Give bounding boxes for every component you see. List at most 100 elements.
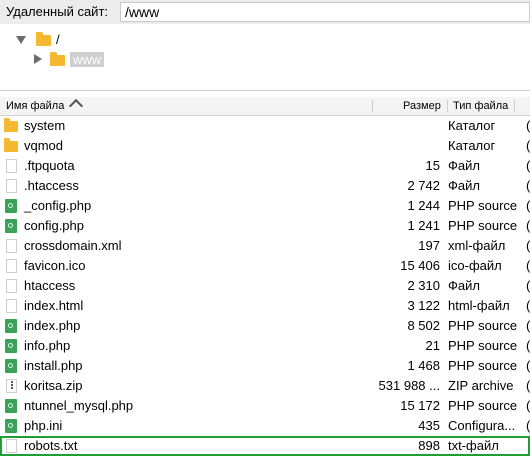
truncated-column-text: ( — [526, 278, 530, 293]
file-row[interactable]: .htaccess 2 742 Файл ( — [0, 176, 530, 196]
file-row[interactable]: robots.txt 898 txt-файл — [0, 436, 530, 456]
php-file-icon — [5, 219, 17, 233]
truncated-column-text: ( — [526, 318, 530, 333]
tree-node-root[interactable]: / — [16, 30, 60, 48]
file-icon — [6, 279, 17, 293]
php-file-icon — [5, 399, 17, 413]
file-name: index.html — [24, 298, 84, 313]
file-name: robots.txt — [24, 438, 78, 453]
file-row[interactable]: crossdomain.xml 197 xml-файл ( — [0, 236, 530, 256]
tree-node-www[interactable]: www — [32, 50, 105, 68]
file-name: system — [24, 118, 66, 133]
file-row[interactable]: index.php 8 502 PHP source ( — [0, 316, 530, 336]
file-name: .ftpquota — [24, 158, 75, 173]
php-file-icon — [5, 419, 17, 433]
file-size: 2 742 — [407, 178, 440, 193]
file-name: koritsa.zip — [24, 378, 83, 393]
column-header-name[interactable]: Имя файла — [6, 97, 84, 115]
file-row[interactable]: system Каталог ( — [0, 116, 530, 136]
chevron-down-icon[interactable] — [16, 33, 28, 45]
directory-tree: / www — [0, 24, 530, 91]
file-row[interactable]: _config.php 1 244 PHP source ( — [0, 196, 530, 216]
truncated-column-text: ( — [526, 178, 530, 193]
file-icon — [6, 179, 17, 193]
php-file-icon — [5, 359, 17, 373]
file-row[interactable]: koritsa.zip 531 988 ... ZIP archive ( — [0, 376, 530, 396]
file-name: config.php — [24, 218, 84, 233]
file-row[interactable]: .ftpquota 15 Файл ( — [0, 156, 530, 176]
column-header-size[interactable]: Размер — [403, 97, 441, 115]
file-type: Файл — [448, 278, 480, 293]
remote-site-bar: Удаленный сайт: /www — [0, 0, 530, 25]
file-row[interactable]: favicon.ico 15 406 ico-файл ( — [0, 256, 530, 276]
file-size: 8 502 — [407, 318, 440, 333]
file-name: htaccess — [24, 278, 76, 293]
file-row[interactable]: index.html 3 122 html-файл ( — [0, 296, 530, 316]
column-divider[interactable] — [447, 100, 448, 112]
file-row[interactable]: vqmod Каталог ( — [0, 136, 530, 156]
column-divider[interactable] — [514, 100, 515, 112]
file-size: 1 241 — [407, 218, 440, 233]
file-icon — [6, 299, 17, 313]
file-type: Каталог — [448, 138, 496, 153]
truncated-column-text: ( — [526, 158, 530, 173]
file-size: 197 — [418, 238, 440, 253]
file-name: vqmod — [24, 138, 64, 153]
php-file-icon — [5, 199, 17, 213]
truncated-column-text: ( — [526, 338, 530, 353]
file-name: info.php — [24, 338, 71, 353]
file-row[interactable]: config.php 1 241 PHP source ( — [0, 216, 530, 236]
truncated-column-text: ( — [526, 358, 530, 373]
file-size: 898 — [418, 438, 440, 453]
file-row[interactable]: htaccess 2 310 Файл ( — [0, 276, 530, 296]
chevron-right-icon[interactable] — [32, 53, 44, 65]
truncated-column-text: ( — [526, 298, 530, 313]
file-row[interactable]: ntunnel_mysql.php 15 172 PHP source ( — [0, 396, 530, 416]
column-name-label: Имя файла — [6, 100, 65, 112]
remote-site-label: Удаленный сайт: — [6, 4, 109, 19]
file-size: 1 468 — [407, 358, 440, 373]
file-size: 15 172 — [400, 398, 440, 413]
column-divider[interactable] — [372, 100, 373, 112]
file-type: xml-файл — [448, 238, 506, 253]
file-icon — [6, 439, 17, 453]
truncated-column-text: ( — [526, 258, 530, 273]
file-name: ntunnel_mysql.php — [24, 398, 134, 413]
remote-path-input[interactable]: /www — [120, 2, 530, 22]
file-type: Файл — [448, 178, 480, 193]
file-type: ZIP archive — [448, 378, 514, 393]
file-type: ico-файл — [448, 258, 502, 273]
truncated-column-text: ( — [526, 138, 530, 153]
truncated-column-text: ( — [526, 418, 530, 433]
truncated-column-text: ( — [526, 198, 530, 213]
file-name: install.php — [24, 358, 83, 373]
file-list: system Каталог ( vqmod Каталог ( .ftpquota 15 Фа… — [0, 116, 530, 456]
truncated-column-text: ( — [526, 378, 530, 393]
sort-ascending-icon — [69, 98, 84, 114]
tree-node-label: www — [70, 51, 105, 67]
file-size: 15 406 — [400, 258, 440, 273]
file-row[interactable]: php.ini 435 Configura... ( — [0, 416, 530, 436]
file-type: PHP source — [448, 218, 518, 233]
file-type: Каталог — [448, 118, 496, 133]
file-type: PHP source — [448, 338, 518, 353]
file-name: crossdomain.xml — [24, 238, 122, 253]
file-type: PHP source — [448, 358, 518, 373]
file-row[interactable]: install.php 1 468 PHP source ( — [0, 356, 530, 376]
file-icon — [6, 159, 17, 173]
file-type: PHP source — [448, 318, 518, 333]
file-name: favicon.ico — [24, 258, 86, 273]
folder-icon — [4, 118, 18, 133]
file-name: php.ini — [24, 418, 63, 433]
truncated-column-text: ( — [526, 398, 530, 413]
folder-icon — [4, 138, 18, 153]
file-size: 435 — [418, 418, 440, 433]
file-type: PHP source — [448, 198, 518, 213]
column-header-type[interactable]: Тип файла — [453, 97, 508, 115]
file-size: 15 — [425, 158, 440, 173]
column-size-label: Размер — [403, 100, 441, 112]
file-size: 21 — [425, 338, 440, 353]
file-type: Configura... — [448, 418, 516, 433]
folder-icon — [36, 31, 51, 46]
file-row[interactable]: info.php 21 PHP source ( — [0, 336, 530, 356]
